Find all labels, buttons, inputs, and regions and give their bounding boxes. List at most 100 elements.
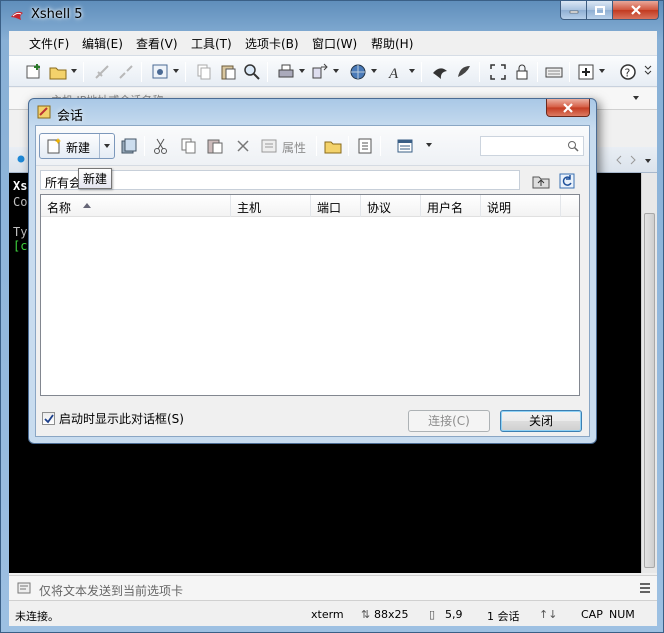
tab-indicator-icon: [17, 155, 25, 163]
print-icon[interactable]: [277, 63, 295, 81]
xftp-icon[interactable]: [431, 63, 449, 81]
view-mode-icon[interactable]: [396, 137, 414, 155]
caption-buttons: [560, 1, 659, 20]
help-icon[interactable]: ?: [619, 63, 637, 81]
compose-menu-icon[interactable]: [639, 583, 651, 593]
font-icon[interactable]: A: [387, 63, 405, 81]
xshell-logo-icon: [11, 11, 23, 20]
window-title: Xshell 5: [31, 7, 83, 22]
scrollbar-thumb[interactable]: [644, 213, 655, 568]
new-folder-icon[interactable]: [324, 137, 342, 155]
close-button[interactable]: [613, 1, 659, 20]
new-session-button[interactable]: 新建: [39, 133, 115, 159]
column-username-label: 用户名: [427, 201, 464, 215]
compose-icon: [17, 582, 31, 594]
add-dropdown-arrow[interactable]: [599, 69, 605, 73]
terminal-type: xterm: [311, 608, 344, 621]
dialog-close-action-button[interactable]: 关闭: [500, 410, 582, 432]
dialog-body: 新建 属性 所有会 名称 主机 端口 协议 用户名 说明 新建 启动时显示此对话…: [35, 125, 590, 437]
add-icon[interactable]: [577, 63, 595, 81]
save-session-icon[interactable]: [120, 137, 138, 155]
cut-icon[interactable]: [152, 137, 170, 155]
connection-status: 未连接。: [15, 610, 59, 623]
search-icon: [568, 141, 579, 152]
import-export-icon[interactable]: [356, 137, 374, 155]
close-icon: [563, 102, 573, 113]
terminal-scrollbar[interactable]: [641, 173, 657, 573]
maximize-button[interactable]: [587, 1, 613, 20]
new-dropdown-button[interactable]: [99, 134, 115, 158]
column-protocol[interactable]: 协议: [361, 195, 421, 217]
menu-tools[interactable]: 工具(T): [191, 35, 232, 52]
column-description-label: 说明: [487, 201, 512, 215]
find-icon[interactable]: [243, 63, 261, 81]
dialog-close-button[interactable]: [546, 99, 590, 117]
session-search-input[interactable]: [480, 136, 584, 156]
terminal-line: [c: [13, 239, 28, 253]
column-description[interactable]: 说明: [481, 195, 561, 217]
column-protocol-label: 协议: [367, 201, 392, 215]
svg-text:?: ?: [625, 67, 631, 80]
new-session-icon[interactable]: [25, 63, 43, 81]
open-folder-icon[interactable]: [49, 63, 67, 81]
checkbox-box[interactable]: [42, 412, 55, 425]
properties-dropdown-arrow[interactable]: [173, 69, 179, 73]
column-host[interactable]: 主机: [231, 195, 311, 217]
address-dropdown-arrow[interactable]: [633, 96, 639, 100]
font-dropdown-arrow[interactable]: [409, 69, 415, 73]
copy-icon[interactable]: [180, 137, 198, 155]
parent-folder-icon[interactable]: [532, 172, 550, 190]
column-username[interactable]: 用户名: [421, 195, 481, 217]
menu-view[interactable]: 查看(V): [136, 35, 178, 52]
compose-bar[interactable]: 仅将文本发送到当前选项卡: [9, 575, 657, 601]
xagent-icon[interactable]: [455, 63, 473, 81]
menu-edit[interactable]: 编辑(E): [82, 35, 123, 52]
show-on-startup-checkbox[interactable]: 启动时显示此对话框(S): [42, 410, 184, 427]
transfer-dropdown-arrow[interactable]: [333, 69, 339, 73]
print-dropdown-arrow[interactable]: [299, 69, 305, 73]
keyboard-icon[interactable]: [545, 63, 563, 81]
session-properties-icon: [261, 139, 277, 153]
column-name[interactable]: 名称: [41, 195, 231, 217]
new-session-icon: [47, 138, 61, 154]
new-button-label: 新建: [66, 141, 91, 155]
menu-window[interactable]: 窗口(W): [312, 35, 357, 52]
globe-dropdown-arrow[interactable]: [371, 69, 377, 73]
transfer-icon[interactable]: [311, 63, 329, 81]
column-host-label: 主机: [237, 201, 262, 215]
transfer-status-icon: ↑↓: [539, 608, 558, 621]
menu-help[interactable]: 帮助(H): [371, 35, 413, 52]
column-name-label: 名称: [47, 201, 72, 215]
menu-file[interactable]: 文件(F): [29, 35, 69, 52]
sort-ascending-icon: [83, 203, 91, 208]
column-port[interactable]: 端口: [311, 195, 361, 217]
tab-list-arrow[interactable]: [645, 159, 651, 163]
delete-icon[interactable]: [234, 137, 252, 155]
session-list[interactable]: 名称 主机 端口 协议 用户名 说明: [40, 194, 580, 396]
tab-scroll-icon[interactable]: [615, 155, 637, 165]
close-icon: [630, 5, 641, 15]
toolbar-overflow-icon[interactable]: [643, 63, 653, 81]
properties-icon[interactable]: [151, 63, 169, 81]
open-dropdown-arrow[interactable]: [71, 69, 77, 73]
connect-button[interactable]: 连接(C): [408, 410, 490, 432]
cursor-icon: ▯: [429, 608, 436, 621]
session-count: 1 会话: [487, 610, 520, 623]
lock-icon[interactable]: [513, 63, 531, 81]
paste-icon[interactable]: [206, 137, 224, 155]
checkmark-icon: [43, 413, 54, 423]
fullscreen-icon[interactable]: [489, 63, 507, 81]
minimize-button[interactable]: [560, 1, 587, 20]
menu-tabs[interactable]: 选项卡(B): [245, 35, 299, 52]
toolbar-separator: [380, 136, 381, 156]
terminal-line: Ty: [13, 225, 28, 239]
globe-icon[interactable]: [349, 63, 367, 81]
view-mode-dropdown-arrow[interactable]: [426, 143, 432, 147]
title-bar: Xshell 5: [1, 1, 664, 29]
paste-icon[interactable]: [219, 63, 237, 81]
toolbar-separator: [569, 62, 570, 82]
refresh-icon[interactable]: [558, 172, 576, 190]
folder-path: 所有会: [45, 176, 82, 190]
session-dialog: 会话 新建 属性 所有会 名称 主机 端口 协议 用户名 说明 新建 启动时显示…: [28, 98, 597, 444]
show-on-startup-label: 启动时显示此对话框(S): [59, 412, 184, 426]
